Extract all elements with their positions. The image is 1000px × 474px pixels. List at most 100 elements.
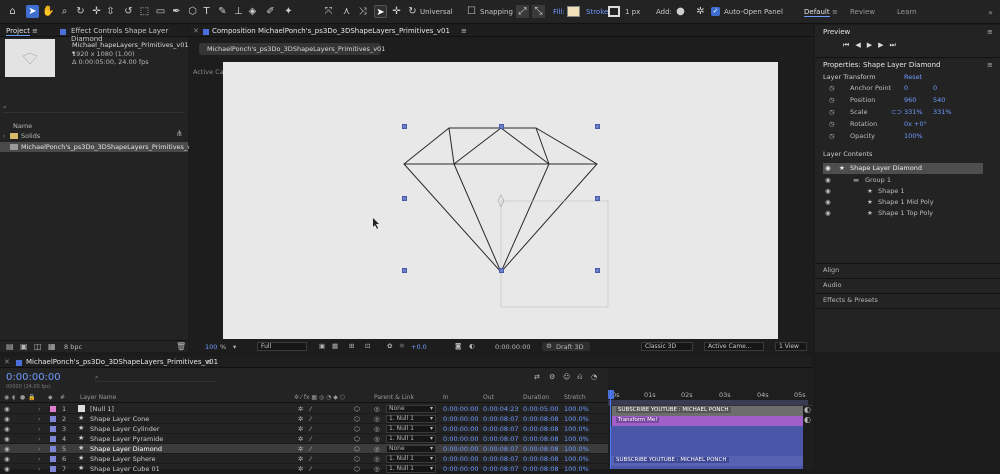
- parent-dropdown[interactable]: 1. Null 1 ▾: [386, 465, 436, 473]
- stretch-value[interactable]: 100.0%: [564, 414, 589, 424]
- pick-whip-icon[interactable]: ◎: [374, 414, 380, 424]
- shy-switch-icon[interactable]: ✲: [298, 444, 303, 454]
- timeline-search-input[interactable]: ⌕: [95, 373, 215, 382]
- list-item[interactable]: › Solids: [0, 131, 188, 141]
- duration-value[interactable]: 0:00:05:00: [523, 404, 559, 414]
- transform-handle[interactable]: [402, 124, 407, 129]
- 3d-layer-switch-icon[interactable]: ⬡: [354, 444, 360, 454]
- brush-tool-icon[interactable]: ✎: [216, 5, 229, 18]
- workspace-learn[interactable]: Learn: [897, 8, 917, 16]
- stopwatch-icon[interactable]: ◷: [829, 108, 835, 116]
- stretch-value[interactable]: 100.0%: [564, 444, 589, 454]
- track-bar[interactable]: Transform Me!: [610, 416, 803, 426]
- exposure-icon[interactable]: ☼: [399, 342, 405, 350]
- pick-whip-icon[interactable]: ◎: [374, 434, 380, 444]
- quality-switch-icon[interactable]: ⁄: [310, 464, 311, 474]
- transform-handle[interactable]: [499, 124, 504, 129]
- eye-icon[interactable]: ◉: [825, 176, 831, 184]
- type-tool-icon[interactable]: T: [200, 5, 213, 18]
- pointer-toggle-icon[interactable]: ➤: [374, 5, 387, 18]
- stopwatch-icon[interactable]: ◷: [829, 96, 835, 104]
- more-workspaces-icon[interactable]: »: [988, 8, 993, 17]
- name-column-header[interactable]: Name: [13, 122, 32, 130]
- work-area-start[interactable]: [608, 390, 614, 399]
- expand-arrow-icon[interactable]: ›: [38, 464, 41, 474]
- out-point[interactable]: 0:00:08:07: [483, 444, 519, 454]
- view-layout-dropdown[interactable]: 1 View: [775, 342, 807, 351]
- transparency-grid-icon[interactable]: ▦: [332, 342, 338, 350]
- expand-arrow-icon[interactable]: ›: [38, 454, 41, 464]
- shy-switch-icon[interactable]: ✲: [298, 434, 303, 444]
- parent-dropdown[interactable]: None ▾: [386, 405, 436, 413]
- mask-visibility-icon[interactable]: ⊡: [365, 342, 370, 350]
- out-point[interactable]: 0:00:08:07: [483, 414, 519, 424]
- contents-item[interactable]: ◉ ★ Shape Layer Diamond: [825, 164, 922, 172]
- list-item[interactable]: MichaelPonch's_ps3Do_3DShapeLayers_Primi…: [0, 142, 195, 152]
- project-menu-icon[interactable]: ≡: [32, 27, 38, 35]
- in-point[interactable]: 0:00:00:00: [443, 414, 479, 424]
- 3d-layer-switch-icon[interactable]: ⬡: [354, 454, 360, 464]
- pick-whip-icon[interactable]: ◎: [374, 444, 380, 454]
- track-bar[interactable]: [610, 426, 803, 456]
- pan-tool-icon[interactable]: ✛: [90, 5, 103, 18]
- close-tab-icon[interactable]: ✕: [193, 27, 199, 35]
- stopwatch-icon[interactable]: ◷: [829, 120, 835, 128]
- tab-project[interactable]: Project: [6, 27, 30, 36]
- preview-menu-icon[interactable]: ≡: [987, 28, 993, 36]
- table-row[interactable]: ◉ › 6 ★ Shape Layer Sphere ✲ ⁄ ⬡ ◎ 1. Null 1 ▾ 0:00…: [0, 454, 608, 464]
- shy-layers-icon[interactable]: ☺: [563, 373, 570, 381]
- quality-switch-icon[interactable]: ⁄: [310, 434, 311, 444]
- eye-icon[interactable]: ◉: [4, 454, 10, 464]
- out-header[interactable]: Out: [483, 394, 494, 401]
- stretch-value[interactable]: 100.0%: [564, 454, 589, 464]
- frame-blending-icon[interactable]: ⎌: [577, 373, 583, 382]
- in-header[interactable]: In: [443, 394, 449, 401]
- camera-dropdown[interactable]: Active Came...: [704, 342, 764, 351]
- label-color-swatch[interactable]: [50, 406, 56, 412]
- diamond-shape[interactable]: [223, 62, 778, 339]
- reset-button[interactable]: Reset: [904, 73, 922, 81]
- stopwatch-icon[interactable]: ◷: [829, 84, 835, 92]
- duration-value[interactable]: 0:00:08:08: [523, 424, 559, 434]
- contents-item[interactable]: ◉ ★ Shape 1 Top Poly: [825, 209, 933, 217]
- close-timeline-icon[interactable]: ✕: [4, 358, 10, 366]
- eye-icon[interactable]: ◉: [4, 414, 10, 424]
- expand-arrow-icon[interactable]: ›: [38, 444, 41, 454]
- pick-whip-icon[interactable]: ◎: [374, 404, 380, 414]
- keyframe-icon[interactable]: ◐: [804, 405, 811, 414]
- fill-swatch[interactable]: [567, 6, 580, 17]
- snap-option-2-icon[interactable]: ⤡: [532, 5, 545, 18]
- in-point[interactable]: 0:00:00:00: [443, 454, 479, 464]
- parent-dropdown[interactable]: 1. Null 1 ▾: [386, 415, 436, 423]
- contents-item[interactable]: ◉ ★ Shape 1: [825, 187, 905, 195]
- guides-icon[interactable]: ⊞: [349, 342, 354, 350]
- quality-switch-icon[interactable]: ⁄: [310, 404, 311, 414]
- eye-icon[interactable]: ◉: [4, 464, 10, 474]
- selection-tool-icon[interactable]: ➤: [26, 5, 39, 18]
- color-management-icon[interactable]: ✿: [387, 342, 392, 350]
- pen-tool-icon[interactable]: ✒: [170, 5, 183, 18]
- eye-icon[interactable]: ◉: [4, 444, 10, 454]
- shy-switch-icon[interactable]: ✲: [298, 404, 303, 414]
- region-of-interest-icon[interactable]: ▣: [319, 342, 325, 350]
- home-icon[interactable]: ⌂: [6, 5, 19, 18]
- transform-handle[interactable]: [595, 124, 600, 129]
- rectangle-tool-icon[interactable]: ▭: [154, 5, 167, 18]
- transform-handle[interactable]: [595, 196, 600, 201]
- shy-switch-icon[interactable]: ✲: [298, 464, 303, 474]
- pick-whip-icon[interactable]: ◎: [374, 464, 380, 474]
- snapping-checkbox[interactable]: ☐: [465, 5, 478, 18]
- work-area-bar[interactable]: [608, 400, 808, 405]
- dolly-tool-icon[interactable]: ⇳: [104, 5, 117, 18]
- duration-value[interactable]: 0:00:08:08: [523, 454, 559, 464]
- parent-header[interactable]: Parent & Link: [374, 394, 414, 401]
- motion-blur-icon[interactable]: ◔: [591, 373, 597, 381]
- renderer-button[interactable]: ⚙ Draft 3D: [542, 342, 590, 351]
- 3d-layer-switch-icon[interactable]: ⬡: [354, 424, 360, 434]
- transform-handle[interactable]: [499, 268, 504, 273]
- eye-icon[interactable]: ◉: [825, 187, 831, 195]
- out-point[interactable]: 0:00:08:07: [483, 424, 519, 434]
- parent-dropdown[interactable]: None ▾: [386, 445, 436, 453]
- play-icon[interactable]: ▶: [867, 41, 878, 49]
- delete-icon[interactable]: 🗑: [176, 342, 186, 351]
